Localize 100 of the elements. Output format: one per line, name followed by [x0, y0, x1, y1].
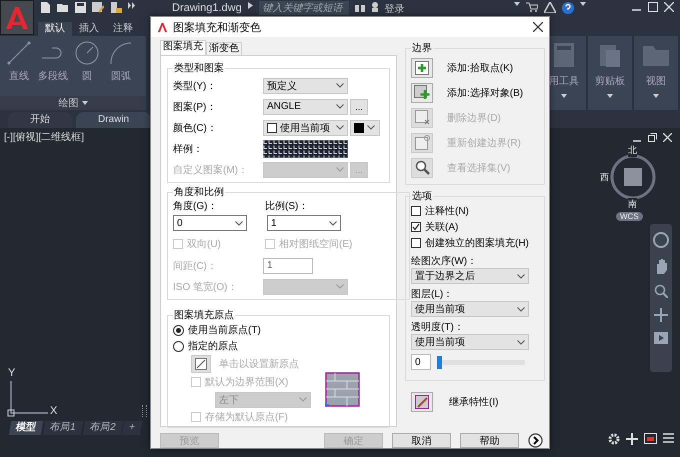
field-label: 类型(Y)： — [173, 80, 218, 92]
boundary-button[interactable] — [411, 58, 433, 78]
steering-wheel-icon[interactable] — [653, 232, 669, 248]
dialog-tab[interactable]: 图案填充 — [160, 40, 206, 55]
browse-button[interactable]: ... — [350, 98, 368, 114]
sign-in-link[interactable]: 登录 — [384, 2, 405, 16]
caret-icon — [514, 2, 520, 6]
circle-icon[interactable] — [74, 40, 100, 66]
help-icon[interactable] — [562, 2, 574, 14]
layout-tab[interactable]: 模型 — [8, 421, 44, 435]
folder-icon[interactable] — [57, 2, 69, 13]
dropdown[interactable]: 置于边界之后 — [411, 268, 529, 284]
transparency-field[interactable]: 0 — [411, 354, 431, 370]
button-label: 删除边界(D) — [447, 112, 501, 124]
dialog-button[interactable]: 取消 — [392, 433, 451, 448]
color-dropdown[interactable] — [350, 120, 380, 136]
hand-icon[interactable] — [654, 258, 668, 274]
dialog-button[interactable]: 帮助 — [460, 433, 519, 448]
chevron-icon — [235, 220, 243, 226]
triangle-icon[interactable] — [544, 2, 556, 13]
user-icon[interactable] — [370, 2, 379, 12]
dropdown[interactable]: 使用当前项 — [263, 120, 348, 136]
axis-label: X — [50, 405, 58, 417]
save-as-icon[interactable] — [92, 2, 104, 13]
ribbon-tab[interactable]: 注释 — [106, 22, 140, 36]
field-label: 角度(G)： — [173, 200, 218, 213]
field-label: 颜色(C)： — [173, 122, 218, 134]
dropdown[interactable]: ANGLE — [263, 98, 348, 114]
ribbon-tab[interactable]: 默认 — [38, 22, 72, 36]
group-title: 选项 — [411, 190, 433, 203]
chevron-icon — [336, 125, 344, 130]
slider-thumb[interactable] — [437, 356, 442, 368]
line-icon[interactable] — [6, 40, 32, 66]
checkbox-label: 注释性(N) — [425, 204, 469, 218]
chevron-icon — [517, 306, 525, 312]
arrow-icon — [248, 2, 253, 9]
ribbon-tab[interactable]: 插入 — [72, 22, 106, 36]
dropdown[interactable]: 使用当前项 — [411, 301, 529, 317]
group-title: 类型和图案 — [173, 62, 225, 75]
clipboard-icon[interactable] — [597, 42, 623, 68]
gear-icon[interactable] — [608, 433, 620, 445]
dropdown[interactable]: 1 — [267, 215, 341, 231]
menu-icon[interactable] — [663, 433, 674, 443]
panel-title: 绘图 — [58, 97, 78, 110]
save-icon[interactable] — [75, 2, 86, 13]
brush-icon — [415, 394, 429, 408]
app-logo[interactable] — [0, 0, 34, 35]
plus-icon[interactable] — [626, 433, 638, 445]
magnifier-icon[interactable] — [654, 284, 668, 298]
checkbox[interactable] — [411, 222, 421, 232]
app-logo-icon — [157, 22, 168, 32]
checkbox-label: 相对图纸空间(E) — [279, 238, 352, 251]
radio-button[interactable] — [173, 340, 184, 352]
radio-button[interactable] — [173, 324, 184, 336]
expand-icon[interactable] — [528, 433, 543, 448]
dropdown[interactable]: 预定义 — [263, 78, 348, 94]
button-label: 查看选择集(V) — [447, 162, 510, 174]
add-layout-tab[interactable]: + — [122, 421, 142, 435]
pattern-swatch[interactable] — [263, 140, 348, 158]
checkbox-label: 存储为默认原点(F) — [205, 410, 288, 424]
caret-icon — [82, 101, 88, 105]
arc-icon[interactable] — [108, 40, 134, 66]
viewport-label[interactable]: [-][俯视][二维线框] — [4, 130, 84, 144]
checkbox[interactable] — [411, 206, 421, 216]
button-label: 添加:选择对象(B) — [447, 86, 524, 100]
button-label: 重新创建边界(R) — [447, 136, 521, 150]
dropdown[interactable]: 0 — [173, 215, 247, 231]
maximize-icon[interactable] — [648, 2, 658, 12]
chevron-icon — [299, 397, 307, 402]
radio-label: 使用当前原点(T) — [188, 324, 261, 337]
panel-title: 剪贴板 — [595, 74, 625, 88]
checkbox[interactable] — [411, 238, 421, 248]
field-label: 绘图次序(W)： — [411, 254, 478, 268]
compass-label: 南 — [628, 198, 637, 211]
close-icon[interactable] — [533, 22, 543, 32]
remove-boundary-icon — [414, 110, 430, 125]
orbit-icon[interactable] — [654, 308, 668, 322]
inherit-button[interactable] — [411, 392, 433, 412]
cart-icon[interactable] — [526, 2, 538, 12]
film-icon[interactable] — [654, 332, 668, 344]
chevron-icon — [336, 104, 344, 109]
layout-tab[interactable]: 布局1 — [42, 421, 83, 435]
checkbox-label: 创建独立的图案填充(H) — [425, 236, 529, 250]
field-label: 单击以设置新原点 — [219, 358, 299, 371]
dialog-tab[interactable]: 渐变色 — [206, 42, 242, 55]
file-tab[interactable]: 开始 — [8, 112, 72, 128]
group-title: 角度和比例 — [173, 186, 225, 199]
file-tab[interactable]: Drawin — [76, 112, 152, 128]
search-field[interactable]: 键入关键字或短语 — [258, 1, 349, 15]
new-file-icon[interactable] — [40, 2, 51, 13]
window-icon[interactable] — [644, 433, 657, 444]
origin-icon — [195, 358, 207, 370]
wcs-menu[interactable]: WCS — [616, 212, 643, 221]
brick-preview-drawing — [325, 372, 361, 408]
layout-tab[interactable]: 布局2 — [82, 421, 122, 435]
more-icon[interactable] — [128, 2, 136, 9]
restore-icon[interactable] — [648, 132, 657, 142]
dialog-title: 图案填充和渐变色 — [173, 20, 261, 34]
boundary-button[interactable] — [411, 82, 433, 102]
dropdown[interactable]: 使用当前项 — [411, 334, 529, 350]
